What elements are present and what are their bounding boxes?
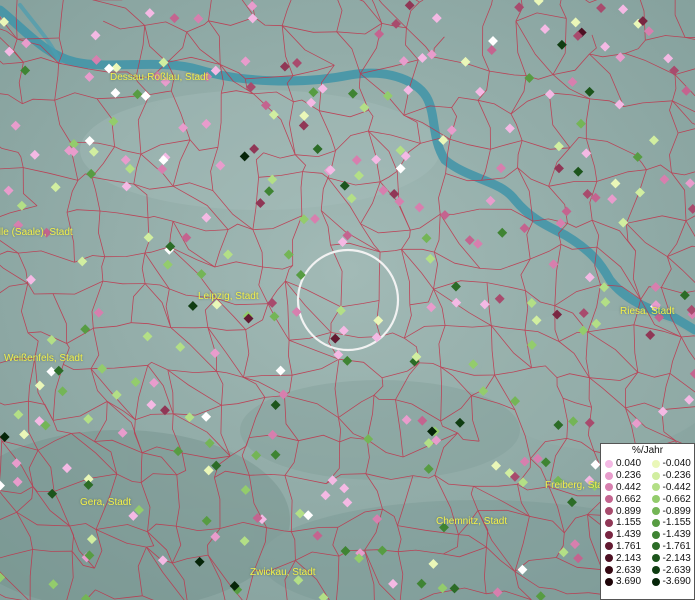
legend-label: -0.899 <box>662 505 691 517</box>
city-label-chemnitz: Chemnitz, Stadt <box>436 516 508 527</box>
legend-swatch <box>651 495 660 504</box>
legend-entry-positive: 1.761 <box>601 541 648 552</box>
legend-entry-negative: -1.439 <box>648 529 695 540</box>
legend-swatch <box>605 566 613 575</box>
legend-swatch <box>605 554 613 563</box>
legend-label: -3.690 <box>662 576 691 588</box>
legend-entry-negative: -3.690 <box>648 576 695 587</box>
legend-label: -0.442 <box>662 481 691 493</box>
legend-row: 0.662 -0.662 <box>601 493 694 505</box>
legend-label: 0.236 <box>616 470 642 482</box>
city-label-weissenfels: Weißenfels, Stadt <box>4 353 83 364</box>
legend-swatch <box>651 577 660 586</box>
legend-swatch <box>651 530 660 539</box>
legend-entry-positive: 2.143 <box>601 553 648 564</box>
legend-entry-negative: -0.442 <box>648 482 695 493</box>
legend-swatch <box>651 459 660 468</box>
legend-unit: %/Jahr <box>631 445 664 456</box>
legend-label: 1.761 <box>616 540 642 552</box>
legend-row: 2.639 -2.639 <box>601 564 694 576</box>
legend-entry-positive: 0.899 <box>601 506 648 517</box>
legend-swatch <box>605 542 613 551</box>
legend-entry-positive: 0.442 <box>601 482 648 493</box>
legend-entry-positive: 3.690 <box>601 576 648 587</box>
legend-row: 1.439 -1.439 <box>601 529 694 541</box>
legend-entry-positive: 0.236 <box>601 470 648 481</box>
legend-swatch <box>605 471 613 480</box>
legend-swatch <box>651 507 660 516</box>
legend-label: -1.155 <box>662 517 691 529</box>
legend-swatch <box>651 483 660 492</box>
legend-entry-negative: -2.143 <box>648 553 695 564</box>
legend-row: 0.040 -0.040 <box>601 458 694 470</box>
legend-label: 2.143 <box>616 552 642 564</box>
city-label-halle: Halle (Saale), Stadt <box>0 227 73 238</box>
legend-row: 0.236 -0.236 <box>601 470 694 482</box>
legend-entry-negative: -0.662 <box>648 494 695 505</box>
city-label-leipzig: Leipzig, Stadt <box>198 291 259 302</box>
legend-entry-negative: -0.899 <box>648 506 695 517</box>
map-canvas[interactable] <box>0 0 695 600</box>
legend-label: 2.639 <box>616 564 642 576</box>
city-label-dessau: Dessau-Roßlau, Stadt <box>110 72 209 83</box>
legend-label: 0.442 <box>616 481 642 493</box>
legend-label: -2.639 <box>662 564 691 576</box>
legend-swatch <box>605 577 613 586</box>
legend-entry-negative: -0.236 <box>648 470 695 481</box>
city-label-gera: Gera, Stadt <box>80 497 132 508</box>
legend-entry-negative: -1.155 <box>648 517 695 528</box>
legend-swatch <box>605 459 613 468</box>
legend-entry-negative: -1.761 <box>648 541 695 552</box>
legend-label: -0.040 <box>662 458 691 470</box>
legend-entry-positive: 0.040 <box>601 458 648 469</box>
legend: %/Jahr 0.040 -0.040 0.236 -0.236 0.442 -0.442… <box>600 443 695 600</box>
legend-entry-positive: 2.639 <box>601 565 648 576</box>
legend-entry-negative: -0.040 <box>648 458 695 469</box>
legend-label: 0.662 <box>616 493 642 505</box>
legend-label: 0.899 <box>616 505 642 517</box>
legend-swatch <box>605 507 613 516</box>
city-label-zwickau: Zwickau, Stadt <box>250 567 316 578</box>
legend-swatch <box>605 495 613 504</box>
legend-label: 3.690 <box>616 576 642 588</box>
city-label-riesa: Riesa, Stadt <box>620 306 675 317</box>
legend-label: -1.761 <box>662 540 691 552</box>
legend-row: 3.690 -3.690 <box>601 576 694 588</box>
legend-label: -0.236 <box>662 470 691 482</box>
legend-label: -2.143 <box>662 552 691 564</box>
legend-swatch <box>605 518 613 527</box>
legend-swatch <box>651 542 660 551</box>
legend-swatch <box>651 471 660 480</box>
legend-label: -1.439 <box>662 529 691 541</box>
legend-label: 1.439 <box>616 529 642 541</box>
legend-swatch <box>605 483 613 492</box>
legend-label: -0.662 <box>662 493 691 505</box>
legend-label: 0.040 <box>616 458 642 470</box>
legend-entry-positive: 1.155 <box>601 517 648 528</box>
legend-row: 2.143 -2.143 <box>601 552 694 564</box>
legend-entry-positive: 1.439 <box>601 529 648 540</box>
legend-swatch <box>651 518 660 527</box>
legend-swatch <box>651 566 660 575</box>
legend-row: 0.442 -0.442 <box>601 482 694 494</box>
legend-swatch <box>651 554 660 563</box>
legend-label: 1.155 <box>616 517 642 529</box>
legend-swatch <box>605 530 613 539</box>
legend-row: 0.899 -0.899 <box>601 505 694 517</box>
legend-row: 1.155 -1.155 <box>601 517 694 529</box>
legend-entry-positive: 0.662 <box>601 494 648 505</box>
legend-row: 1.761 -1.761 <box>601 541 694 553</box>
legend-entry-negative: -2.639 <box>648 565 695 576</box>
